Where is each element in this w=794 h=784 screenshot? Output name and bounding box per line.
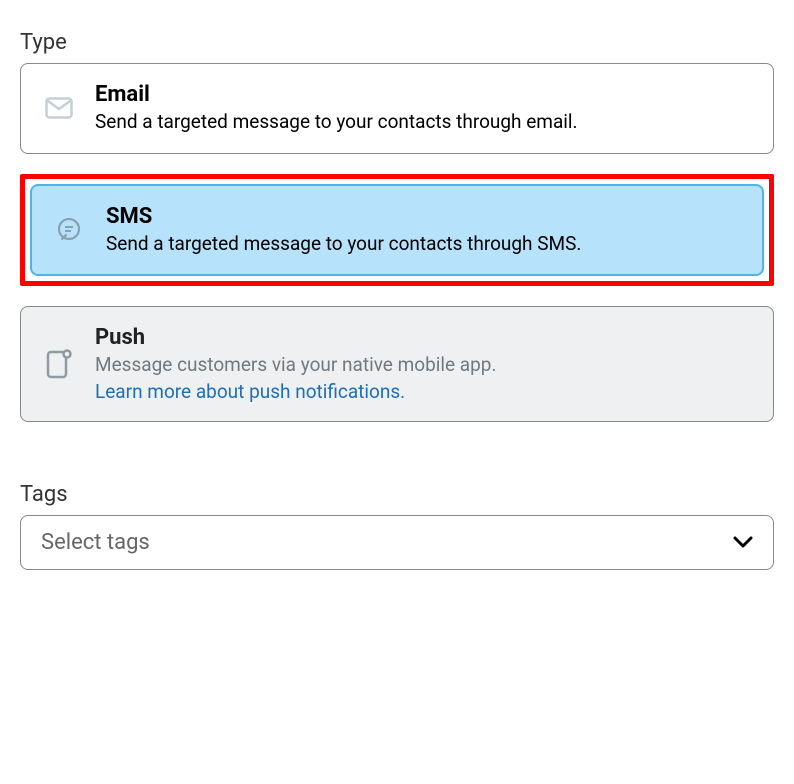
tags-placeholder: Select tags [41,530,150,555]
tags-section: Tags Select tags [20,482,774,570]
type-label: Type [20,30,774,55]
option-desc: Send a targeted message to your contacts… [106,231,738,257]
option-title: SMS [106,204,738,229]
option-title: Push [95,325,749,350]
type-section: Type Email Send a targeted message to yo… [20,30,774,422]
sms-icon [56,217,106,243]
type-option-push[interactable]: Push Message customers via your native m… [20,306,774,422]
type-option-email[interactable]: Email Send a targeted message to your co… [20,63,774,154]
option-desc: Send a targeted message to your contacts… [95,109,749,135]
option-body: Email Send a targeted message to your co… [95,82,749,135]
option-body: Push Message customers via your native m… [95,325,749,403]
option-desc: Message customers via your native mobile… [95,352,749,378]
email-icon [45,97,95,119]
tags-label: Tags [20,482,774,507]
push-icon [45,349,95,379]
push-learn-more-link[interactable]: Learn more about push notifications. [95,380,405,403]
type-options-list: Email Send a targeted message to your co… [20,63,774,422]
highlight-box: SMS Send a targeted message to your cont… [20,174,774,287]
chevron-down-icon [733,536,753,548]
type-option-sms[interactable]: SMS Send a targeted message to your cont… [30,184,764,277]
option-body: SMS Send a targeted message to your cont… [106,204,738,257]
option-title: Email [95,82,749,107]
tags-select[interactable]: Select tags [20,515,774,570]
